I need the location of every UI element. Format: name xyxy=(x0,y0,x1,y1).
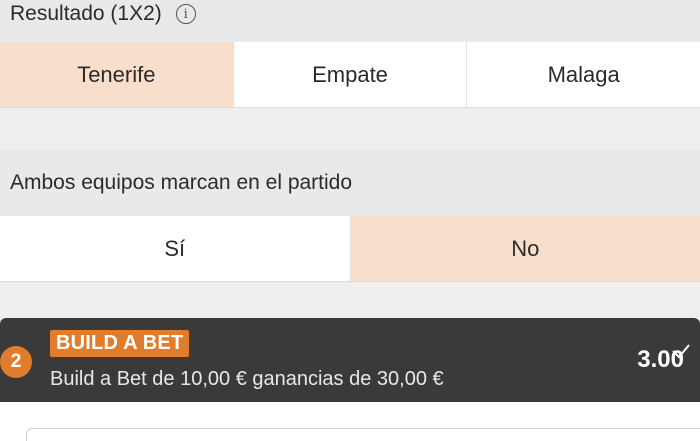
outcome-malaga[interactable]: Malaga xyxy=(467,42,700,107)
outcome-empate[interactable]: Empate xyxy=(233,42,468,107)
build-a-bet-description: Build a Bet de 10,00 € ganancias de 30,0… xyxy=(50,368,444,390)
build-a-bet-bar[interactable]: 2 BUILD A BET Build a Bet de 10,00 € gan… xyxy=(0,318,700,402)
checkmark-icon xyxy=(672,344,690,359)
outcome-label: Empate xyxy=(312,61,388,87)
build-a-bet-tag: BUILD A BET xyxy=(50,330,190,357)
outcome-options: Sí No xyxy=(0,216,700,282)
market-title: Ambos equipos marcan en el partido xyxy=(10,171,353,194)
market-header-ambos: Ambos equipos marcan en el partido xyxy=(0,150,700,216)
info-icon[interactable]: i xyxy=(175,4,196,24)
outcome-options: Tenerife Empate Malaga xyxy=(0,42,700,108)
stake-input-field[interactable] xyxy=(26,428,700,441)
outcome-label: Malaga xyxy=(547,61,620,87)
outcome-no[interactable]: No xyxy=(350,216,700,281)
outcome-label: No xyxy=(511,235,540,261)
market-header-resultado: Resultado (1X2) i xyxy=(0,0,700,42)
outcome-tenerife[interactable]: Tenerife xyxy=(0,42,234,107)
selection-count-badge: 2 xyxy=(0,346,32,378)
market-title: Resultado (1X2) xyxy=(10,2,162,25)
outcome-si[interactable]: Sí xyxy=(0,216,351,281)
bottom-panel xyxy=(0,402,700,441)
outcome-label: Sí xyxy=(164,235,186,261)
market-ambos-marcan: Ambos equipos marcan en el partido Sí No xyxy=(0,150,700,282)
market-resultado: Resultado (1X2) i Tenerife Empate Malaga xyxy=(0,0,700,108)
outcome-label: Tenerife xyxy=(77,61,156,87)
